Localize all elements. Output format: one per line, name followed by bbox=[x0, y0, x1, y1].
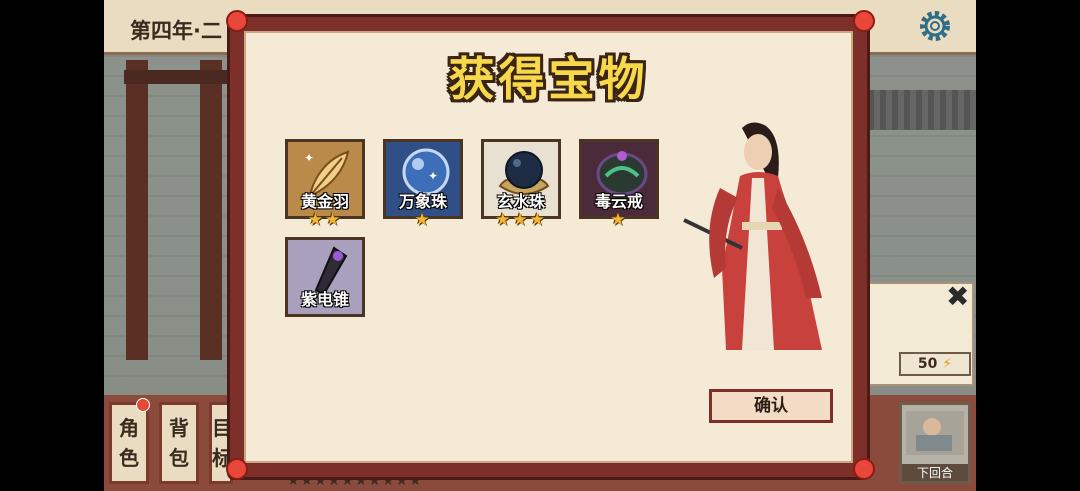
character-button[interactable]: 角 色 bbox=[109, 402, 149, 484]
item-name: 毒云戒 bbox=[594, 192, 643, 211]
item-dark-water-orb[interactable]: 玄水珠 ★★★ bbox=[481, 139, 561, 230]
item-name: 紫电锥 bbox=[300, 290, 349, 309]
corner-gem bbox=[853, 10, 875, 32]
item-stars: ★★★ bbox=[495, 210, 547, 230]
item-name: 万象珠 bbox=[398, 192, 447, 211]
character-button-label-2: 色 bbox=[119, 446, 139, 470]
svg-text:✦: ✦ bbox=[304, 151, 314, 165]
item-stars: ★ bbox=[414, 210, 432, 230]
item-stars: ★ bbox=[610, 210, 628, 230]
character-button-label-1: 角 bbox=[119, 416, 139, 440]
backpack-button[interactable]: 背 包 bbox=[159, 402, 199, 484]
item-purple-lightning-awl[interactable]: 紫电锥 bbox=[285, 237, 365, 317]
corner-gem bbox=[226, 10, 248, 32]
item-crystal-orb[interactable]: ✦ 万象珠 ★ bbox=[383, 139, 463, 230]
item-name: 玄水珠 bbox=[496, 192, 545, 211]
next-turn-button[interactable]: 下回合 bbox=[899, 402, 971, 484]
gear-icon[interactable] bbox=[917, 8, 953, 44]
item-name: 黄金羽 bbox=[300, 192, 349, 211]
item-poison-ring[interactable]: 毒云戒 ★ bbox=[579, 139, 659, 230]
date-label: 第四年·二 bbox=[130, 19, 222, 43]
energy-counter: 50 ⚡ bbox=[899, 352, 971, 376]
item-golden-feather[interactable]: ✦ 黄金羽 ★★ bbox=[285, 139, 365, 230]
backpack-button-label-1: 背 bbox=[169, 416, 189, 440]
notification-dot bbox=[136, 398, 150, 412]
character-portrait bbox=[683, 122, 822, 350]
goal-button-label-1: 目 bbox=[212, 416, 232, 440]
lightning-icon: ⚡ bbox=[942, 356, 953, 372]
close-icon[interactable]: ✖ bbox=[946, 280, 969, 313]
svg-text:✦: ✦ bbox=[428, 169, 438, 183]
dialog-title: 获得宝物 bbox=[448, 52, 649, 106]
corner-gem bbox=[853, 458, 875, 480]
pillar-left bbox=[126, 60, 148, 360]
energy-value: 50 bbox=[917, 356, 938, 372]
item-stars: ★★ bbox=[307, 210, 343, 230]
confirm-button[interactable]: 确认 bbox=[709, 389, 833, 423]
pillar-right bbox=[200, 60, 222, 360]
tiled-roof bbox=[856, 90, 976, 130]
next-turn-label: 下回合 bbox=[902, 464, 968, 481]
corner-gem bbox=[226, 458, 248, 480]
backpack-button-label-2: 包 bbox=[169, 446, 189, 470]
sleeping-person-icon bbox=[906, 411, 964, 455]
